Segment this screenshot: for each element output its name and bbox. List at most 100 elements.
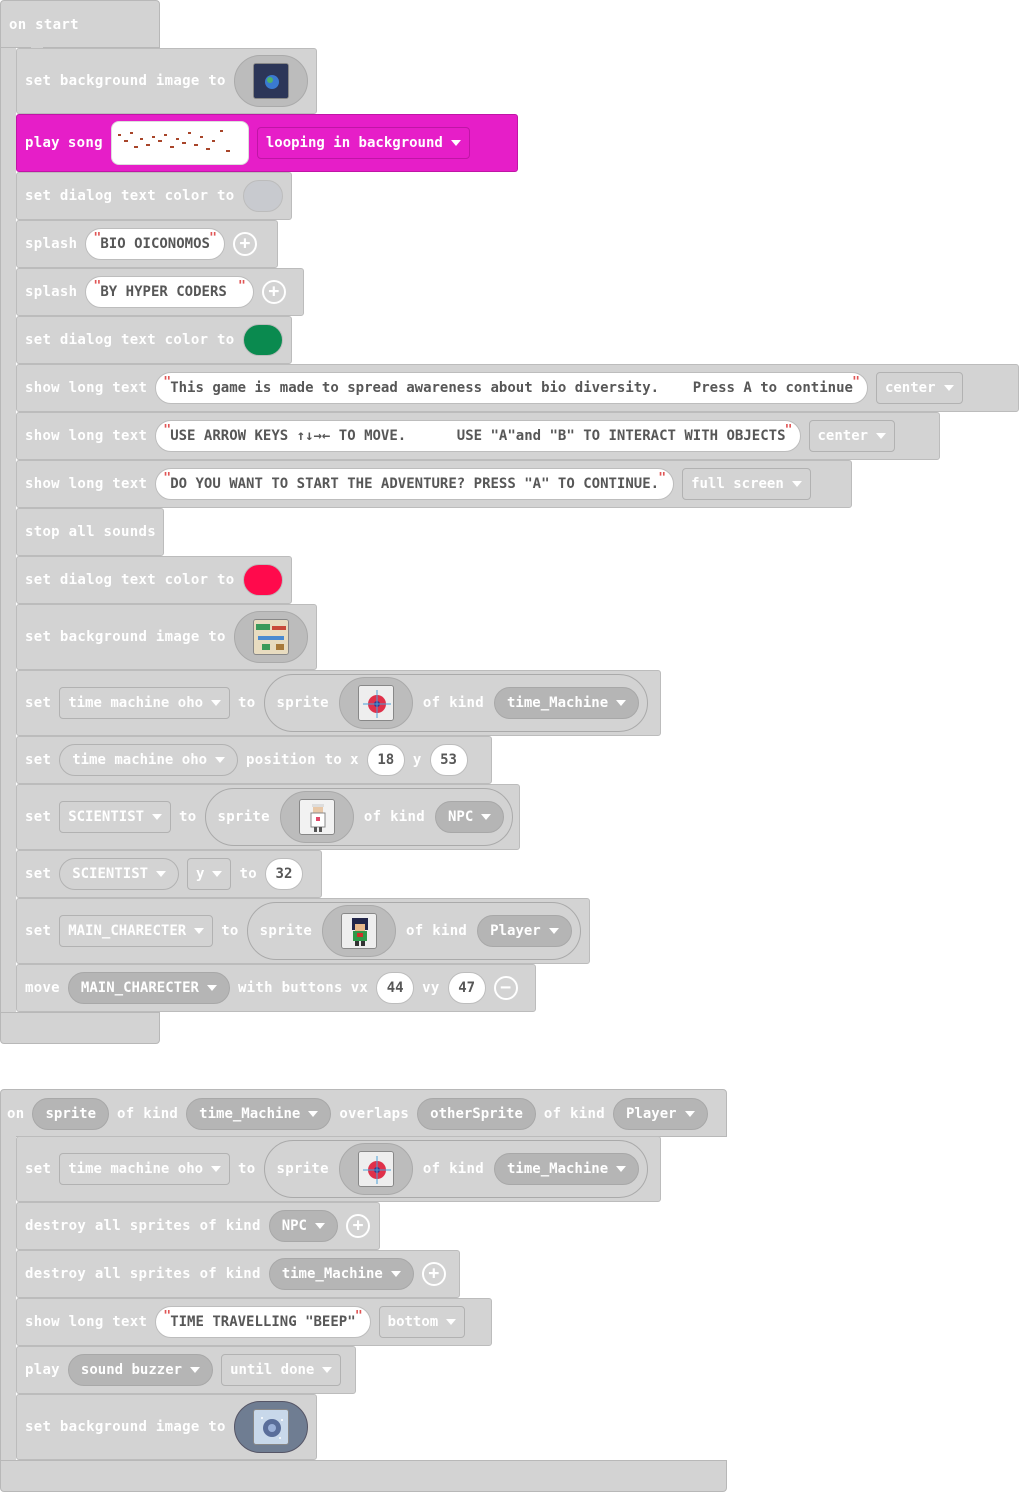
variable-dropdown[interactable]: time machine oho: [59, 744, 239, 776]
long-text-input[interactable]: This game is made to spread awareness ab…: [155, 372, 868, 404]
plus-icon[interactable]: +: [261, 280, 286, 304]
set-background-block[interactable]: set background image to: [16, 48, 317, 114]
kind-dropdown[interactable]: time_Machine: [268, 1258, 414, 1290]
chevron-down-icon: [215, 757, 226, 763]
kind-dropdown[interactable]: Player: [612, 1098, 708, 1130]
chevron-down-icon: [390, 1271, 401, 1277]
set-label: set: [25, 1161, 52, 1177]
kind-dropdown[interactable]: NPC: [268, 1210, 338, 1242]
show-long-text-block[interactable]: show long text DO YOU WANT TO START THE …: [16, 460, 852, 508]
create-sprite-reporter[interactable]: sprite of kind NPC: [204, 788, 514, 846]
splash-block[interactable]: splash BY HYPER CODERS +: [16, 268, 304, 316]
other-sprite-param[interactable]: otherSprite: [417, 1098, 536, 1130]
play-song-block[interactable]: play song looping in background: [16, 114, 518, 172]
long-text-input[interactable]: TIME TRAVELLING "BEEP": [155, 1306, 371, 1338]
variable-dropdown[interactable]: time machine oho: [59, 1153, 231, 1185]
align-dropdown[interactable]: center: [875, 372, 963, 404]
until-dropdown[interactable]: until done: [221, 1354, 342, 1386]
variable-value: MAIN_CHARECTER: [80, 980, 199, 996]
sprite-image-picker[interactable]: [338, 677, 413, 729]
destroy-sprites-block[interactable]: destroy all sprites of kind time_Machine…: [16, 1250, 460, 1298]
x-input[interactable]: 18: [366, 744, 405, 776]
kind-dropdown[interactable]: time_Machine: [494, 687, 640, 719]
show-long-text-block[interactable]: show long text USE ARROW KEYS ↑↓→← TO MO…: [16, 412, 940, 460]
variable-dropdown[interactable]: SCIENTIST: [59, 858, 180, 890]
set-dialog-color-block[interactable]: set dialog text color to: [16, 316, 292, 364]
set-position-block[interactable]: set time machine oho position to x 18 y …: [16, 736, 492, 784]
splash-block[interactable]: splash BIO OICONOMOS +: [16, 220, 278, 268]
sprite-image-picker[interactable]: [279, 791, 354, 843]
splash-text-input[interactable]: BIO OICONOMOS: [85, 228, 225, 260]
sprite-label: sprite: [217, 809, 270, 825]
earth-image-icon: [252, 63, 289, 99]
set-sprite-block[interactable]: set time machine oho to sprite of kind t…: [16, 1136, 661, 1202]
chevron-down-icon: [450, 140, 461, 146]
splash-text-input[interactable]: BY HYPER CODERS: [85, 276, 254, 308]
kind-value: time_Machine: [507, 695, 609, 711]
kind-dropdown[interactable]: time_Machine: [494, 1153, 640, 1185]
kind-dropdown[interactable]: time_Machine: [186, 1098, 332, 1130]
destroy-sprites-block[interactable]: destroy all sprites of kind NPC +: [16, 1202, 380, 1250]
kind-dropdown[interactable]: NPC: [435, 801, 505, 833]
variable-value: MAIN_CHARECTER: [68, 923, 187, 939]
background-image-picker[interactable]: [233, 611, 308, 663]
block-label: show long text: [25, 380, 148, 396]
sound-dropdown[interactable]: sound buzzer: [67, 1354, 214, 1386]
sprite-param[interactable]: sprite: [32, 1098, 110, 1130]
position-dropdown[interactable]: bottom: [378, 1306, 466, 1338]
long-text-input[interactable]: USE ARROW KEYS ↑↓→← TO MOVE. USE "A"and …: [155, 420, 801, 452]
kind-dropdown[interactable]: Player: [477, 915, 572, 947]
create-sprite-reporter[interactable]: sprite of kind time_Machine: [263, 1140, 649, 1198]
set-background-block[interactable]: set background image to: [16, 604, 317, 670]
set-dialog-color-block[interactable]: set dialog text color to: [16, 172, 292, 220]
align-dropdown[interactable]: full screen: [682, 468, 811, 500]
variable-dropdown[interactable]: time machine oho: [59, 687, 231, 719]
align-dropdown[interactable]: center: [808, 420, 896, 452]
move-with-buttons-block[interactable]: move MAIN_CHARECTER with buttons vx 44 v…: [16, 964, 536, 1012]
set-sprite-block[interactable]: set SCIENTIST to sprite of kind NPC: [16, 784, 520, 850]
song-editor[interactable]: [110, 121, 249, 165]
variable-dropdown[interactable]: MAIN_CHARECTER: [59, 915, 214, 947]
sprite-label: sprite: [276, 695, 329, 711]
variable-dropdown[interactable]: MAIN_CHARECTER: [67, 972, 230, 1004]
plus-icon[interactable]: +: [345, 1214, 370, 1238]
plus-icon[interactable]: +: [232, 232, 257, 256]
create-sprite-reporter[interactable]: sprite of kind Player: [246, 902, 581, 960]
set-background-block[interactable]: set background image to: [16, 1394, 317, 1460]
show-long-text-block[interactable]: show long text TIME TRAVELLING "BEEP" bo…: [16, 1298, 492, 1346]
plus-icon[interactable]: +: [421, 1262, 446, 1286]
sprite-image-picker[interactable]: [322, 905, 397, 957]
set-sprite-block[interactable]: set time machine oho to sprite of kind t…: [16, 670, 661, 736]
background-image-picker[interactable]: [233, 1401, 308, 1453]
long-text-input[interactable]: DO YOU WANT TO START THE ADVENTURE? PRES…: [155, 468, 675, 500]
block-label: set background image to: [25, 73, 226, 89]
song-mode-dropdown[interactable]: looping in background: [256, 127, 470, 159]
background-image-picker[interactable]: [233, 55, 308, 107]
vy-input[interactable]: 47: [447, 972, 486, 1004]
y-input[interactable]: 53: [429, 744, 468, 776]
color-swatch[interactable]: [242, 324, 283, 356]
vx-input[interactable]: 44: [376, 972, 415, 1004]
player-sprite-icon: [341, 913, 378, 949]
play-sound-block[interactable]: play sound buzzer until done: [16, 1346, 356, 1394]
color-swatch[interactable]: [242, 180, 283, 212]
chevron-down-icon: [876, 433, 887, 439]
value-input[interactable]: 32: [264, 858, 303, 890]
set-dialog-color-block[interactable]: set dialog text color to: [16, 556, 292, 604]
play-label: play: [25, 135, 60, 151]
minus-icon[interactable]: −: [493, 976, 518, 1000]
set-property-block[interactable]: set SCIENTIST y to 32: [16, 850, 322, 898]
stop-all-sounds-block[interactable]: stop all sounds: [16, 508, 164, 556]
create-sprite-reporter[interactable]: sprite of kind time_Machine: [263, 674, 649, 732]
sprite-image-picker[interactable]: [338, 1143, 413, 1195]
on-start-hat[interactable]: on start: [0, 0, 160, 48]
align-value: center: [817, 428, 869, 444]
of-kind-label: of kind: [117, 1106, 179, 1122]
variable-dropdown[interactable]: SCIENTIST: [59, 801, 172, 833]
color-swatch[interactable]: [242, 564, 283, 596]
set-sprite-block[interactable]: set MAIN_CHARECTER to sprite of kind Pla…: [16, 898, 590, 964]
property-dropdown[interactable]: y: [187, 858, 232, 890]
show-long-text-block[interactable]: show long text This game is made to spre…: [16, 364, 1019, 412]
on-overlap-hat[interactable]: on sprite of kind time_Machine overlaps …: [0, 1089, 727, 1137]
other-sprite-value: otherSprite: [430, 1106, 523, 1122]
